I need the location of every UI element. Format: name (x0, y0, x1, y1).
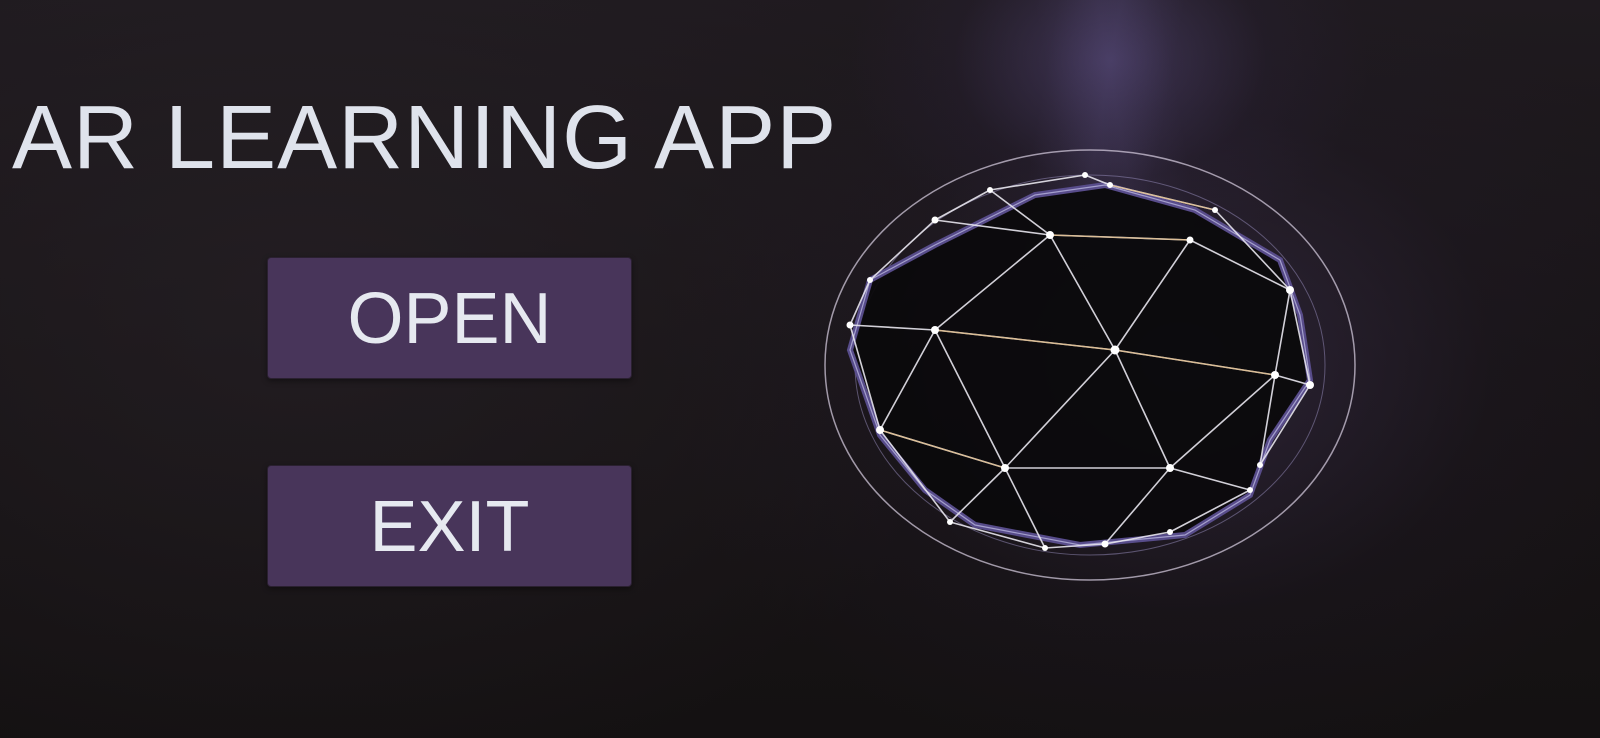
app-title: AR LEARNING APP (12, 88, 838, 188)
exit-button[interactable]: EXIT (267, 465, 632, 587)
wireframe-polyhedron-icon (824, 149, 1356, 581)
main-menu-screen: AR LEARNING APP OPEN EXIT (0, 0, 1600, 738)
open-button[interactable]: OPEN (267, 257, 632, 379)
